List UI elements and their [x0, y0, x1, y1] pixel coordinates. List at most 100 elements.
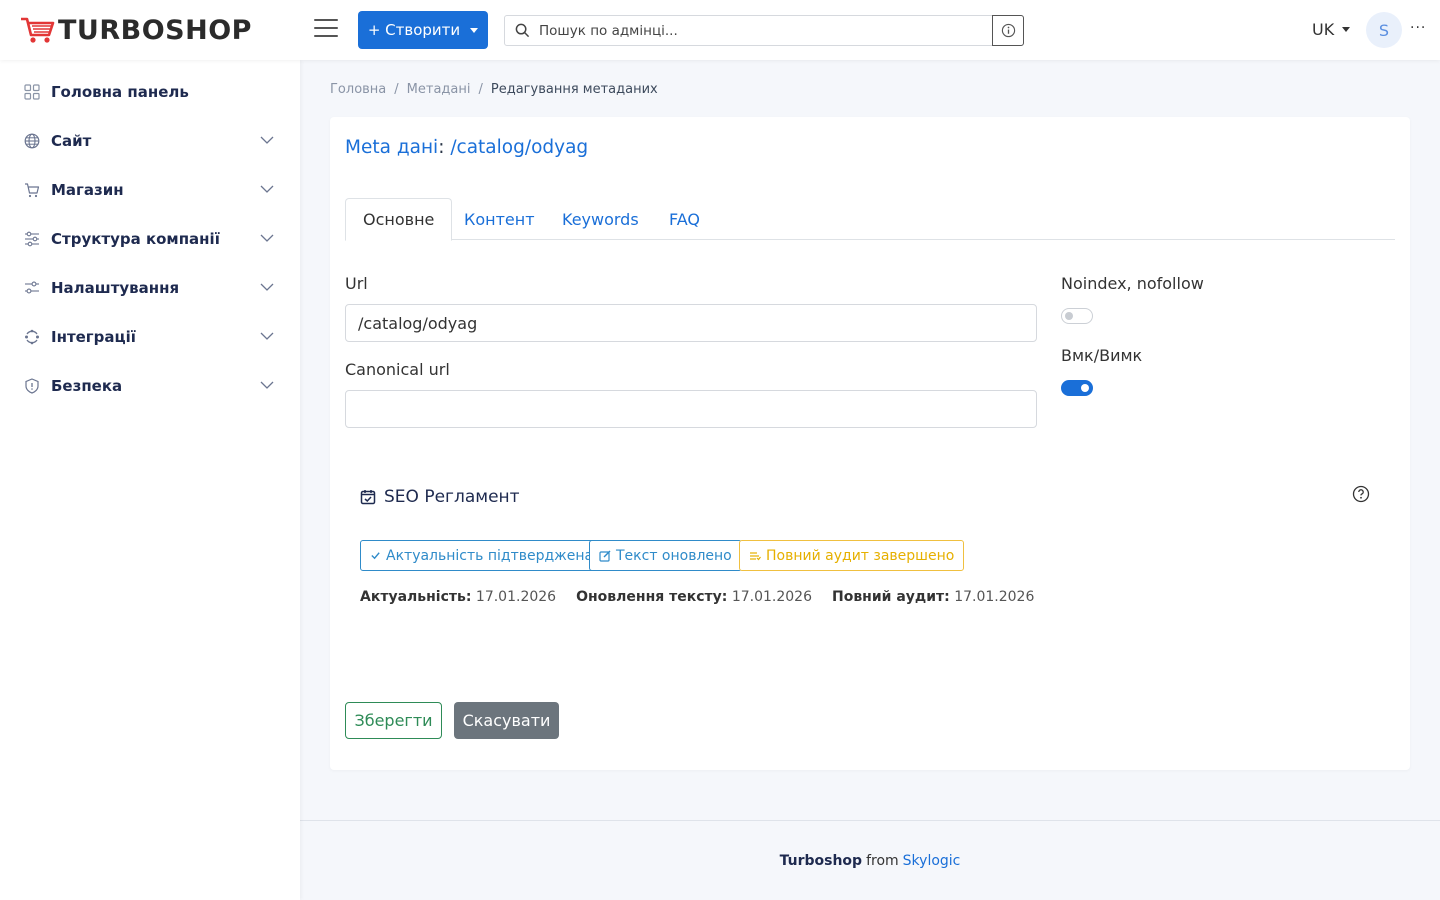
shield-icon: [25, 378, 39, 394]
tab-faq[interactable]: FAQ: [652, 198, 717, 240]
footer-brand: Turboshop: [779, 852, 863, 869]
caret-down-icon: [1342, 27, 1351, 32]
enabled-toggle[interactable]: [1061, 380, 1093, 396]
text-updated-button[interactable]: Текст оновлено: [589, 540, 742, 571]
dashboard-icon: [24, 84, 40, 100]
seo-title-text: SEO Регламент: [384, 487, 520, 507]
sidebar-item-dashboard[interactable]: Головна панель: [0, 72, 300, 112]
url-input[interactable]: [345, 304, 1037, 342]
canonical-url-input[interactable]: [345, 390, 1037, 428]
cancel-button[interactable]: Скасувати: [454, 702, 559, 739]
seo-section-title: SEO Регламент: [360, 487, 520, 507]
save-button[interactable]: Зберегти: [345, 702, 442, 739]
full-audit-label: Повний аудит завершено: [766, 547, 955, 564]
confirm-actuality-button[interactable]: Актуальність підтверджена: [360, 540, 604, 571]
sidebar-item-shop[interactable]: Магазин: [0, 170, 300, 210]
noindex-label: Noindex, nofollow: [1061, 274, 1204, 293]
tab-content[interactable]: Контент: [447, 198, 552, 240]
full-audit-button[interactable]: Повний аудит завершено: [739, 540, 965, 571]
check-icon: [371, 552, 380, 560]
sidebar-item-label: Безпека: [51, 377, 123, 395]
actuality-date-value: 17.01.2026: [475, 589, 557, 605]
list-icon: [750, 551, 761, 560]
create-button-label: + Створити: [367, 21, 461, 39]
sidebar-item-label: Налаштування: [51, 279, 180, 297]
text-updated-label: Текст оновлено: [616, 547, 732, 564]
sidebar-item-integrations[interactable]: Інтеграції: [0, 317, 300, 357]
turboshop-logo[interactable]: TURBOSHOP: [20, 14, 252, 46]
search-input[interactable]: [539, 22, 992, 39]
tab-main[interactable]: Основне: [345, 198, 453, 241]
actuality-date-label: Актуальність:: [360, 589, 472, 605]
breadcrumb-metadata-link[interactable]: Метадані: [407, 82, 471, 97]
hamburger-line: [314, 19, 338, 21]
info-icon: [1001, 23, 1015, 38]
noindex-toggle[interactable]: [1061, 308, 1093, 324]
settings-sliders-icon: [25, 281, 39, 294]
hamburger-line: [314, 27, 338, 29]
sidebar-item-label: Сайт: [51, 132, 92, 150]
language-label: UK: [1312, 20, 1335, 39]
audit-date-label: Повний аудит:: [831, 589, 950, 605]
sidebar-item-label: Магазин: [51, 181, 124, 199]
sidebar-item-company-structure[interactable]: Структура компанії: [0, 219, 300, 259]
sidebar-item-label: Інтеграції: [51, 328, 136, 346]
search-bar: [504, 15, 1024, 46]
footer-company-link[interactable]: Skylogic: [903, 853, 961, 869]
globe-icon: [24, 133, 40, 149]
user-avatar[interactable]: S: [1366, 12, 1402, 48]
canonical-url-label: Canonical url: [345, 360, 450, 379]
chevron-down-icon: [260, 332, 274, 340]
title-value: /catalog/odyag: [450, 137, 589, 158]
actuality-date: Актуальність: 17.01.2026: [360, 589, 556, 605]
text-update-date-value: 17.01.2026: [731, 589, 812, 605]
chevron-down-icon: [260, 283, 274, 291]
top-header: TURBOSHOP + Створити UK S ···: [0, 0, 1440, 60]
title-prefix: Meta дані: [345, 137, 439, 158]
breadcrumb-separator: /: [394, 82, 399, 97]
cart-logo-icon: [21, 17, 55, 43]
metadata-edit-card: Meta дані: /catalog/odyag Основне Контен…: [330, 117, 1410, 770]
hamburger-line: [314, 35, 338, 37]
sidebar: Головна панель Сайт Магазин Структура ко…: [0, 60, 300, 900]
sidebar-item-site[interactable]: Сайт: [0, 121, 300, 161]
help-icon[interactable]: [1352, 485, 1370, 503]
logo-text: TURBOSHOP: [58, 14, 252, 46]
toggle-knob: [1081, 384, 1089, 392]
create-dropdown-button[interactable]: + Створити: [358, 11, 488, 49]
audit-date: Повний аудит: 17.01.2026: [832, 589, 1034, 605]
breadcrumb: Головна / Метадані / Редагування метадан…: [330, 82, 658, 97]
calendar-check-icon: [360, 490, 376, 505]
seo-dates: Актуальність: 17.01.2026 Оновлення текст…: [360, 589, 1034, 605]
sliders-icon: [25, 231, 39, 247]
breadcrumb-current: Редагування метаданих: [490, 82, 658, 97]
cart-icon: [25, 183, 40, 198]
search-info-button[interactable]: [992, 15, 1024, 46]
more-options-button[interactable]: ···: [1410, 20, 1426, 36]
toggle-knob: [1065, 312, 1073, 320]
tab-keywords[interactable]: Keywords: [545, 198, 656, 240]
confirm-actuality-label: Актуальність підтверджена: [386, 547, 594, 564]
language-selector[interactable]: UK: [1312, 20, 1351, 39]
search-icon: [505, 23, 539, 38]
sidebar-item-security[interactable]: Безпека: [0, 366, 300, 406]
tabs-bar: Основне Контент Keywords FAQ: [345, 198, 1395, 241]
enabled-label: Вмк/Вимк: [1061, 346, 1143, 365]
breadcrumb-home-link[interactable]: Головна: [330, 82, 386, 97]
url-label: Url: [345, 274, 368, 293]
chevron-down-icon: [260, 234, 274, 242]
breadcrumb-separator: /: [478, 82, 483, 97]
menu-toggle-button[interactable]: [314, 19, 338, 41]
sidebar-item-label: Структура компанії: [51, 230, 220, 248]
page-title: Meta дані: /catalog/odyag: [345, 137, 588, 158]
footer: Turboshop from Skylogic: [300, 820, 1440, 900]
footer-from: from: [866, 852, 899, 869]
sidebar-item-label: Головна панель: [51, 83, 189, 101]
integrations-icon: [25, 329, 39, 345]
text-update-date: Оновлення тексту: 17.01.2026: [576, 589, 812, 605]
caret-down-icon: [470, 27, 479, 33]
text-update-date-label: Оновлення тексту:: [576, 589, 728, 605]
edit-icon: [599, 550, 611, 562]
chevron-down-icon: [260, 136, 274, 144]
sidebar-item-settings[interactable]: Налаштування: [0, 268, 300, 308]
